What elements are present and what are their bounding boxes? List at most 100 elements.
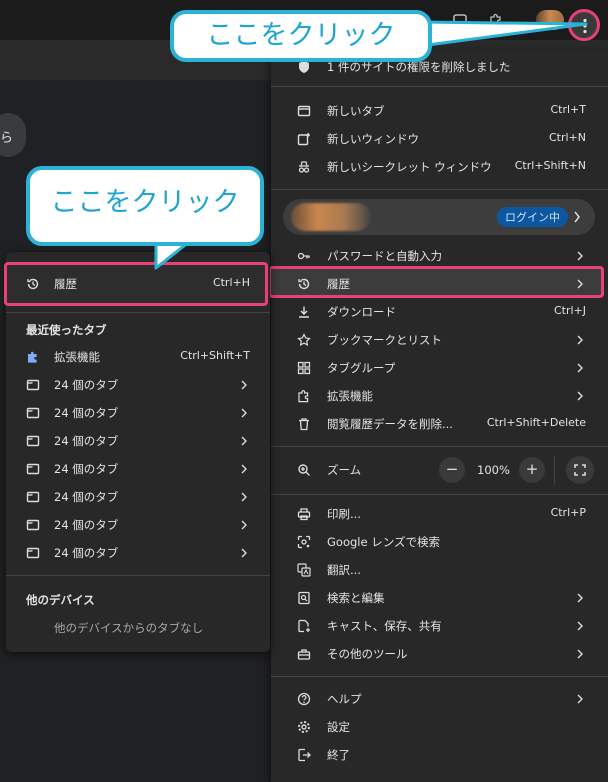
menu-item-label: ブックマークとリスト [327,333,442,347]
new-tab-icon [297,105,311,117]
submenu-tab-group-row[interactable]: 24 個のタブ [6,427,270,455]
menu-print[interactable]: 印刷... Ctrl+P [271,500,608,528]
menu-item-label: 検索と編集 [327,591,385,605]
divider [554,456,555,484]
shortcut-label: Ctrl+J [553,304,586,317]
zoom-out-symbol: − [445,460,459,478]
submenu-tab-group-row[interactable]: 24 個のタブ [6,371,270,399]
profile-row[interactable]: ログイン中 [283,199,595,235]
chevron-right-icon [577,694,583,704]
history-icon [298,278,310,290]
divider [6,575,270,576]
star-icon [297,333,311,347]
fullscreen-icon [574,464,586,476]
submenu-tab-group-row[interactable]: 24 個のタブ [6,399,270,427]
tab-icon [26,463,40,475]
menu-item-label: パスワードと自動入力 [327,249,442,263]
tab-icon [26,491,40,503]
menu-help[interactable]: ヘルプ [271,685,608,713]
submenu-tab-group-row[interactable]: 24 個のタブ [6,539,270,567]
menu-item-label: 拡張機能 [54,350,100,364]
submenu-extensions[interactable]: 拡張機能 Ctrl+Shift+T [6,343,270,371]
submenu-tab-group-row[interactable]: 24 個のタブ [6,455,270,483]
shield-icon [299,61,309,73]
menu-extensions[interactable]: 拡張機能 [271,382,608,410]
menu-item-label: 設定 [327,720,350,734]
incognito-icon [298,161,310,173]
shortcut-label: Ctrl+N [548,131,586,144]
menu-clear-browsing-data[interactable]: 閲覧履歴データを削除... Ctrl+Shift+Delete [271,410,608,438]
trash-icon [299,418,309,431]
lens-icon [297,535,311,549]
submenu-tab-group-row[interactable]: 24 個のタブ [6,511,270,539]
chevron-right-icon [241,408,247,418]
menu-item-label: 新しいウィンドウ [327,132,419,146]
menu-item-label: 終了 [327,748,350,762]
menu-new-window[interactable]: 新しいウィンドウ Ctrl+N [271,125,608,153]
chevron-right-icon [577,363,583,373]
menu-item-label: 閲覧履歴データを削除... [327,417,453,431]
divider [271,189,608,190]
menu-new-incognito[interactable]: 新しいシークレット ウィンドウ Ctrl+Shift+N [271,153,608,181]
shortcut-label: Ctrl+Shift+N [514,159,586,172]
submenu-tab-group-row[interactable]: 24 個のタブ [6,483,270,511]
tab-icon [26,379,40,391]
tab-group-label: 24 個のタブ [54,434,119,448]
tab-groups-icon [297,361,311,375]
callout-left: ここをクリック [26,166,264,246]
fullscreen-button[interactable] [566,456,594,484]
zoom-level: 100% [477,463,510,477]
chevron-right-icon [241,436,247,446]
divider [271,676,608,677]
tab-group-label: 24 個のタブ [54,518,119,532]
menu-history[interactable]: 履歴 [271,270,608,298]
zoom-icon [298,464,310,476]
divider [271,494,608,495]
chevron-right-icon [577,649,583,659]
callout-pointer [420,20,588,48]
tab-group-label: 24 個のタブ [54,406,119,420]
tab-icon [26,435,40,447]
menu-exit[interactable]: 終了 [271,741,608,769]
menu-google-lens[interactable]: Google レンズで検索 [271,528,608,556]
chevron-right-icon [577,391,583,401]
menu-search-edit[interactable]: 検索と編集 [271,584,608,612]
menu-more-tools[interactable]: その他のツール [271,640,608,668]
key-icon [297,252,310,260]
chevron-right-icon [241,492,247,502]
menu-item-label: タブグループ [327,361,396,375]
zoom-in-button[interactable]: + [519,457,545,483]
tab-icon [26,519,40,531]
chevron-right-icon [241,520,247,530]
history-icon [27,278,39,290]
submenu-history[interactable]: 履歴 Ctrl+H [6,270,270,298]
menu-downloads[interactable]: ダウンロード Ctrl+J [271,298,608,326]
other-devices-note: 他のデバイスからのタブなし [54,621,204,635]
menu-cast-save-share[interactable]: キャスト、保存、共有 [271,612,608,640]
menu-item-label: 履歴 [54,277,77,291]
tab-icon [26,407,40,419]
zoom-label: ズーム [327,463,362,477]
menu-item-label: 翻訳... [327,563,361,577]
menu-item-label: 新しいタブ [327,104,385,118]
chevron-right-icon [577,335,583,345]
chevron-right-icon [574,211,580,223]
callout-top-text: ここをクリック [206,20,396,51]
menu-new-tab[interactable]: 新しいタブ Ctrl+T [271,97,608,125]
menu-settings[interactable]: 設定 [271,713,608,741]
menu-bookmarks[interactable]: ブックマークとリスト [271,326,608,354]
puzzle-icon [28,351,37,363]
shortcut-label: Ctrl+T [550,103,586,116]
chevron-right-icon [577,621,583,631]
callout-left-text: ここをクリック [50,187,240,218]
signed-in-badge: ログイン中 [497,207,568,227]
extension-icon [298,390,309,403]
toolbox-icon [297,649,311,660]
menu-translate[interactable]: 翻訳... [271,556,608,584]
chevron-right-icon [241,464,247,474]
zoom-out-button[interactable]: − [439,457,465,483]
menu-tab-groups[interactable]: タブグループ [271,354,608,382]
menu-item-label: 新しいシークレット ウィンドウ [327,160,492,174]
divider [6,312,270,313]
divider [271,86,608,87]
